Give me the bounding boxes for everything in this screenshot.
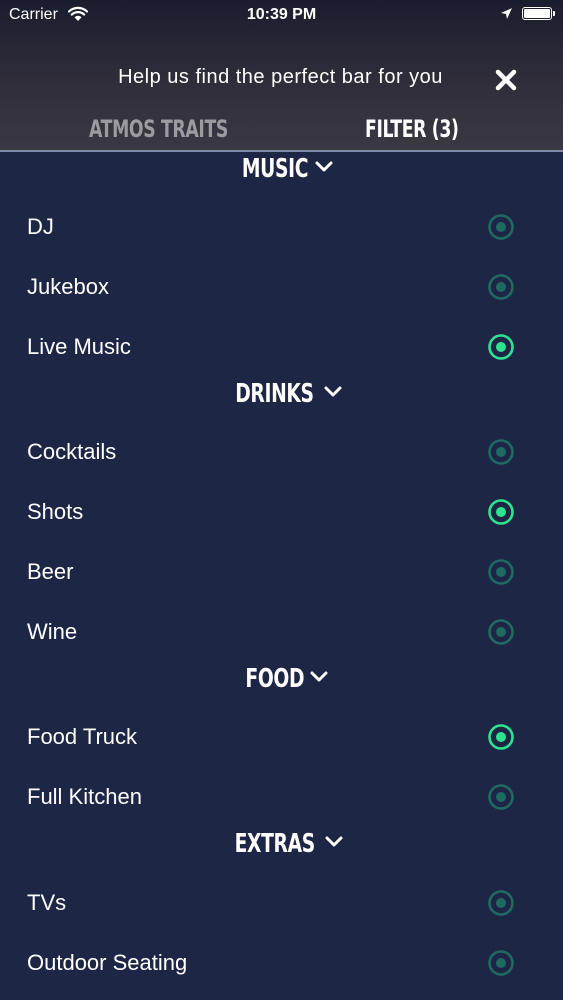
header-message: Help us find the perfect bar for you xyxy=(0,66,563,89)
top-header: Carrier 10:39 PM Help us find the perfec… xyxy=(0,0,563,152)
filter-option-shots[interactable]: Shots xyxy=(0,484,563,540)
filter-option-label: Live Music xyxy=(27,334,131,359)
section-header-food[interactable]: FOOD xyxy=(0,664,563,704)
close-button[interactable] xyxy=(492,66,520,94)
filter-option-label: TVs xyxy=(27,890,67,915)
battery-icon xyxy=(522,7,555,20)
section-title: DRINKS xyxy=(235,379,314,409)
radio-unselected-icon[interactable] xyxy=(487,889,515,917)
filter-option-beer[interactable]: Beer xyxy=(0,544,563,600)
radio-unselected-icon[interactable] xyxy=(487,949,515,977)
radio-selected-icon[interactable] xyxy=(487,498,515,526)
radio-unselected-icon[interactable] xyxy=(487,558,515,586)
filter-option-label: Cocktails xyxy=(27,439,117,464)
filter-option-label: Wine xyxy=(27,619,78,644)
filter-option-full-kitchen[interactable]: Full Kitchen xyxy=(0,769,563,825)
section-header-music[interactable]: MUSIC xyxy=(0,154,563,194)
filter-option-label: Jukebox xyxy=(27,274,109,299)
section-title: EXTRAS xyxy=(234,829,315,859)
section-header-extras[interactable]: EXTRAS xyxy=(0,829,563,869)
close-icon xyxy=(495,69,517,91)
radio-unselected-icon[interactable] xyxy=(487,273,515,301)
location-arrow-icon xyxy=(500,7,513,25)
tab-filter[interactable]: FILTER (3) xyxy=(365,115,459,143)
filter-option-wine[interactable]: Wine xyxy=(0,604,563,660)
filter-option-label: Food Truck xyxy=(27,724,138,749)
status-time: 10:39 PM xyxy=(246,6,317,23)
header-message-text: Help us find the perfect bar for you xyxy=(118,66,443,88)
section-title: FOOD xyxy=(245,664,304,694)
status-bar: Carrier 10:39 PM xyxy=(0,0,563,30)
filter-option-label: Outdoor Seating xyxy=(27,950,188,975)
filter-option-label: Beer xyxy=(27,559,74,584)
section-title: MUSIC xyxy=(241,154,308,184)
filter-option-cocktails[interactable]: Cocktails xyxy=(0,424,563,480)
filter-option-food-truck[interactable]: Food Truck xyxy=(0,709,563,765)
radio-unselected-icon[interactable] xyxy=(487,783,515,811)
section-header-drinks[interactable]: DRINKS xyxy=(0,379,563,419)
radio-unselected-icon[interactable] xyxy=(487,438,515,466)
filter-option-live-music[interactable]: Live Music xyxy=(0,319,563,375)
filter-option-jukebox[interactable]: Jukebox xyxy=(0,259,563,315)
filter-option-outdoor-seating[interactable]: Outdoor Seating xyxy=(0,935,563,991)
radio-unselected-icon[interactable] xyxy=(487,213,515,241)
chevron-down-icon xyxy=(323,385,343,404)
radio-selected-icon[interactable] xyxy=(487,333,515,361)
filter-option-label: Shots xyxy=(27,499,84,524)
filter-option-tvs[interactable]: TVs xyxy=(0,875,563,931)
filter-option-label: DJ xyxy=(27,214,54,239)
radio-selected-icon[interactable] xyxy=(487,723,515,751)
chevron-down-icon xyxy=(309,670,329,689)
tab-bar: ATMOS TRAITS FILTER (3) xyxy=(0,112,563,152)
filter-option-dj[interactable]: DJ xyxy=(0,199,563,255)
tab-atmos-traits[interactable]: ATMOS TRAITS xyxy=(89,115,228,143)
chevron-down-icon xyxy=(324,835,344,854)
radio-unselected-icon[interactable] xyxy=(487,618,515,646)
chevron-down-icon xyxy=(314,160,334,179)
filter-option-label: Full Kitchen xyxy=(27,784,142,809)
